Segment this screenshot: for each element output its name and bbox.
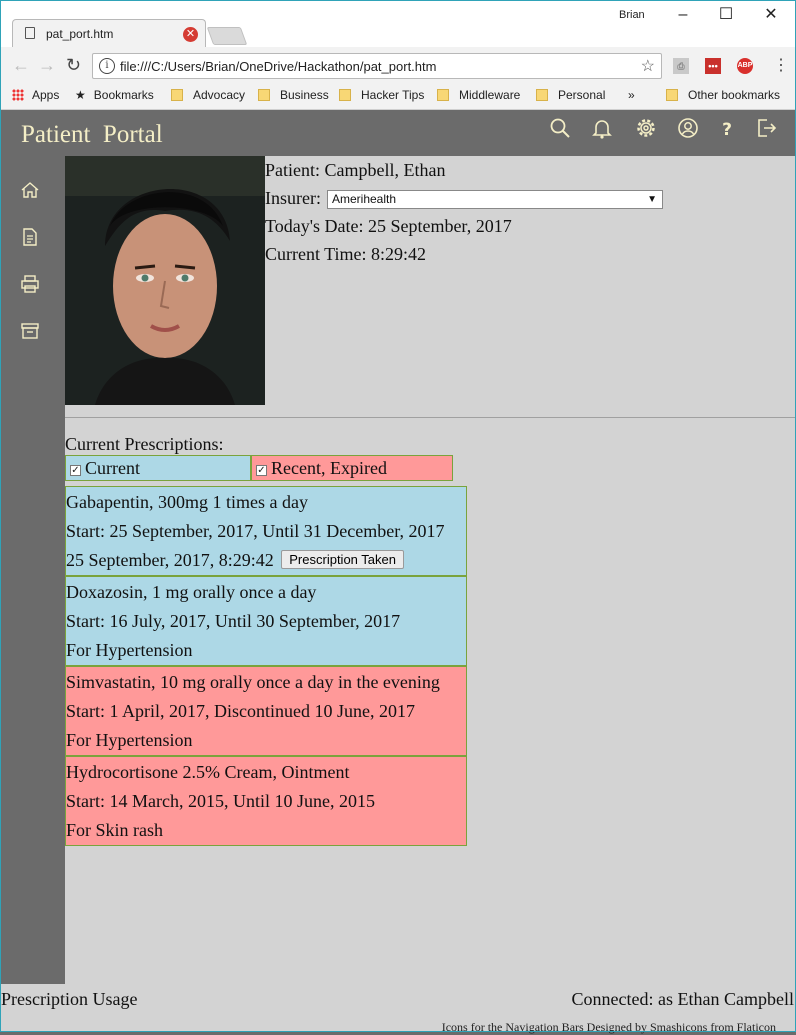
home-icon[interactable] [20,180,40,200]
browser-titlebar: pat_port.htm ✕ Brian – ☐ ✕ [0,0,796,47]
other-bookmarks[interactable]: Other bookmarks [666,88,780,102]
divider [65,417,795,418]
reload-icon[interactable]: ↻ [66,55,81,76]
filter-current[interactable]: ✓ Current [65,455,251,481]
prescription-dates: Start: 25 September, 2017, Until 31 Dece… [66,521,445,541]
logout-icon[interactable] [754,116,778,140]
page-title: Patient Portal [21,121,163,148]
tab-close-icon[interactable]: ✕ [183,27,198,42]
connection-status: Connected: as Ethan Campbell [571,989,794,1009]
bookmark-middleware[interactable]: Middleware [437,88,520,102]
folder-icon [437,89,449,101]
insurer-selected-value: Amerihealth [332,192,397,206]
prescription-reason: For Skin rash [66,820,164,840]
address-bar[interactable]: i file:///C:/Users/Brian/OneDrive/Hackat… [92,53,662,79]
folder-icon [666,89,678,101]
minimize-icon[interactable]: – [668,4,698,26]
prescription-taken-button[interactable]: Prescription Taken [281,550,404,569]
bookmark-apps[interactable]: Apps [12,88,59,102]
browser-tab[interactable]: pat_port.htm ✕ [12,19,206,47]
prescription-dates: Start: 14 March, 2015, Until 10 June, 20… [66,791,375,811]
svg-text:?: ? [722,120,732,140]
filter-current-label: Current [85,458,140,478]
chevron-down-icon: ▼ [647,194,657,205]
patient-photo [65,156,265,405]
pdf-extension-icon[interactable]: ⎙ [673,58,689,74]
prescription-drug: Doxazosin, 1 mg orally once a day [66,582,317,602]
patient-name: Patient: Campbell, Ethan [265,160,446,180]
user-icon[interactable] [676,116,700,140]
help-icon[interactable]: ? [715,116,739,140]
bookmarks-bar: Apps ★ Bookmarks Advocacy Business Hacker… [0,84,796,110]
prescription-dates: Start: 16 July, 2017, Until 30 September… [66,611,401,631]
checkbox-expired[interactable]: ✓ [256,465,267,476]
prescriptions-title: Current Prescriptions: [65,434,224,454]
insurer-select[interactable]: Amerihealth ▼ [327,190,663,209]
adblock-extension-icon[interactable]: ABP [737,58,753,74]
current-time: Current Time: 8:29:42 [265,244,427,264]
prescription-dates: Start: 1 April, 2017, Discontinued 10 Ju… [66,701,415,721]
browser-toolbar: ← → ↻ i file:///C:/Users/Brian/OneDrive/… [0,47,796,84]
info-icon[interactable]: i [99,58,115,74]
prescription-usage-link[interactable]: Prescription Usage [1,989,137,1010]
archive-icon[interactable] [20,321,40,341]
menu-icon[interactable]: ⋮ [773,55,789,75]
bookmark-personal[interactable]: Personal [536,88,605,102]
gear-icon[interactable] [634,116,658,140]
filter-expired-label: Recent, Expired [271,458,387,478]
star-icon: ★ [75,88,86,102]
prescription-reason: For Hypertension [66,730,193,750]
new-tab-button[interactable] [206,27,248,45]
profile-name[interactable]: Brian [619,9,645,21]
folder-icon [339,89,351,101]
forward-arrow-icon[interactable]: → [38,55,56,76]
bell-icon[interactable] [590,116,614,140]
lastpass-extension-icon[interactable]: ••• [705,58,721,74]
checkbox-current[interactable]: ✓ [70,465,81,476]
prescription-card: Hydrocortisone 2.5% Cream, Ointment Star… [65,756,467,846]
sidebar [0,156,65,984]
bookmark-hacker-tips[interactable]: Hacker Tips [339,88,424,102]
todays-date: Today's Date: 25 September, 2017 [265,216,512,236]
printer-icon[interactable] [20,274,40,294]
bookmark-business[interactable]: Business [258,88,329,102]
tab-title: pat_port.htm [46,27,114,41]
prescription-card: Gabapentin, 300mg 1 times a day Start: 2… [65,486,467,576]
star-icon[interactable]: ☆ [641,56,655,76]
document-icon [25,27,35,39]
folder-icon [258,89,270,101]
folder-icon [536,89,548,101]
close-window-icon[interactable]: ✕ [756,4,786,26]
prescription-reason: For Hypertension [66,640,193,660]
search-icon[interactable] [548,116,572,140]
insurer-label: Insurer: [265,188,321,208]
prescription-card: Doxazosin, 1 mg orally once a day Start:… [65,576,467,666]
bookmark-bookmarks[interactable]: ★ Bookmarks [75,88,154,102]
prescription-drug: Gabapentin, 300mg 1 times a day [66,492,308,512]
bookmark-advocacy[interactable]: Advocacy [171,88,245,102]
prescription-last-taken: 25 September, 2017, 8:29:42 Prescription… [66,550,404,571]
maximize-icon[interactable]: ☐ [711,4,741,26]
report-icon[interactable] [20,227,40,247]
prescription-card: Simvastatin, 10 mg orally once a day in … [65,666,467,756]
apps-grid-icon [12,89,24,101]
filter-expired[interactable]: ✓ Recent, Expired [251,455,453,481]
main-content: Patient: Campbell, Ethan Insurer: Amerih… [65,156,795,984]
url-text[interactable]: file:///C:/Users/Brian/OneDrive/Hackatho… [120,59,436,74]
icon-credits: Icons for the Navigation Bars Designed b… [441,1020,776,1034]
page-footer: Prescription Usage Connected: as Ethan C… [0,984,796,1034]
folder-icon [171,89,183,101]
prescription-drug: Simvastatin, 10 mg orally once a day in … [66,672,440,692]
more-bookmarks-button[interactable]: » [628,88,635,102]
portal-header: Patient Portal ? [0,110,796,156]
prescription-drug: Hydrocortisone 2.5% Cream, Ointment [66,762,350,782]
back-arrow-icon[interactable]: ← [12,55,30,76]
